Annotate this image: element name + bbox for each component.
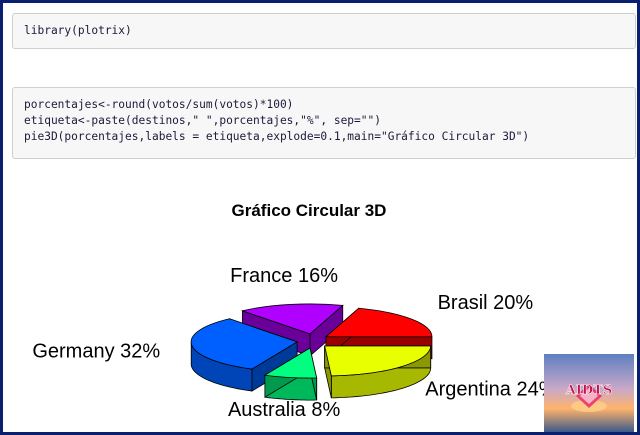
pie-label: France 16% [230,265,338,287]
notebook-output: library(plotrix) porcentajes<-round(voto… [3,3,637,432]
chart-title: Gráfico Circular 3D [232,201,387,220]
pie-label: Argentina 24% [425,379,556,401]
pie-label: Germany 32% [32,341,160,363]
pie-3d-chart: Gráfico Circular 3D Brasil 20% France 16%… [32,201,556,421]
pie-label: Australia 8% [228,399,340,421]
pie-label: Brasil 20% [438,292,534,314]
aidts-logo: AIDTS [544,354,634,432]
logo-text: AIDTS [565,383,613,398]
